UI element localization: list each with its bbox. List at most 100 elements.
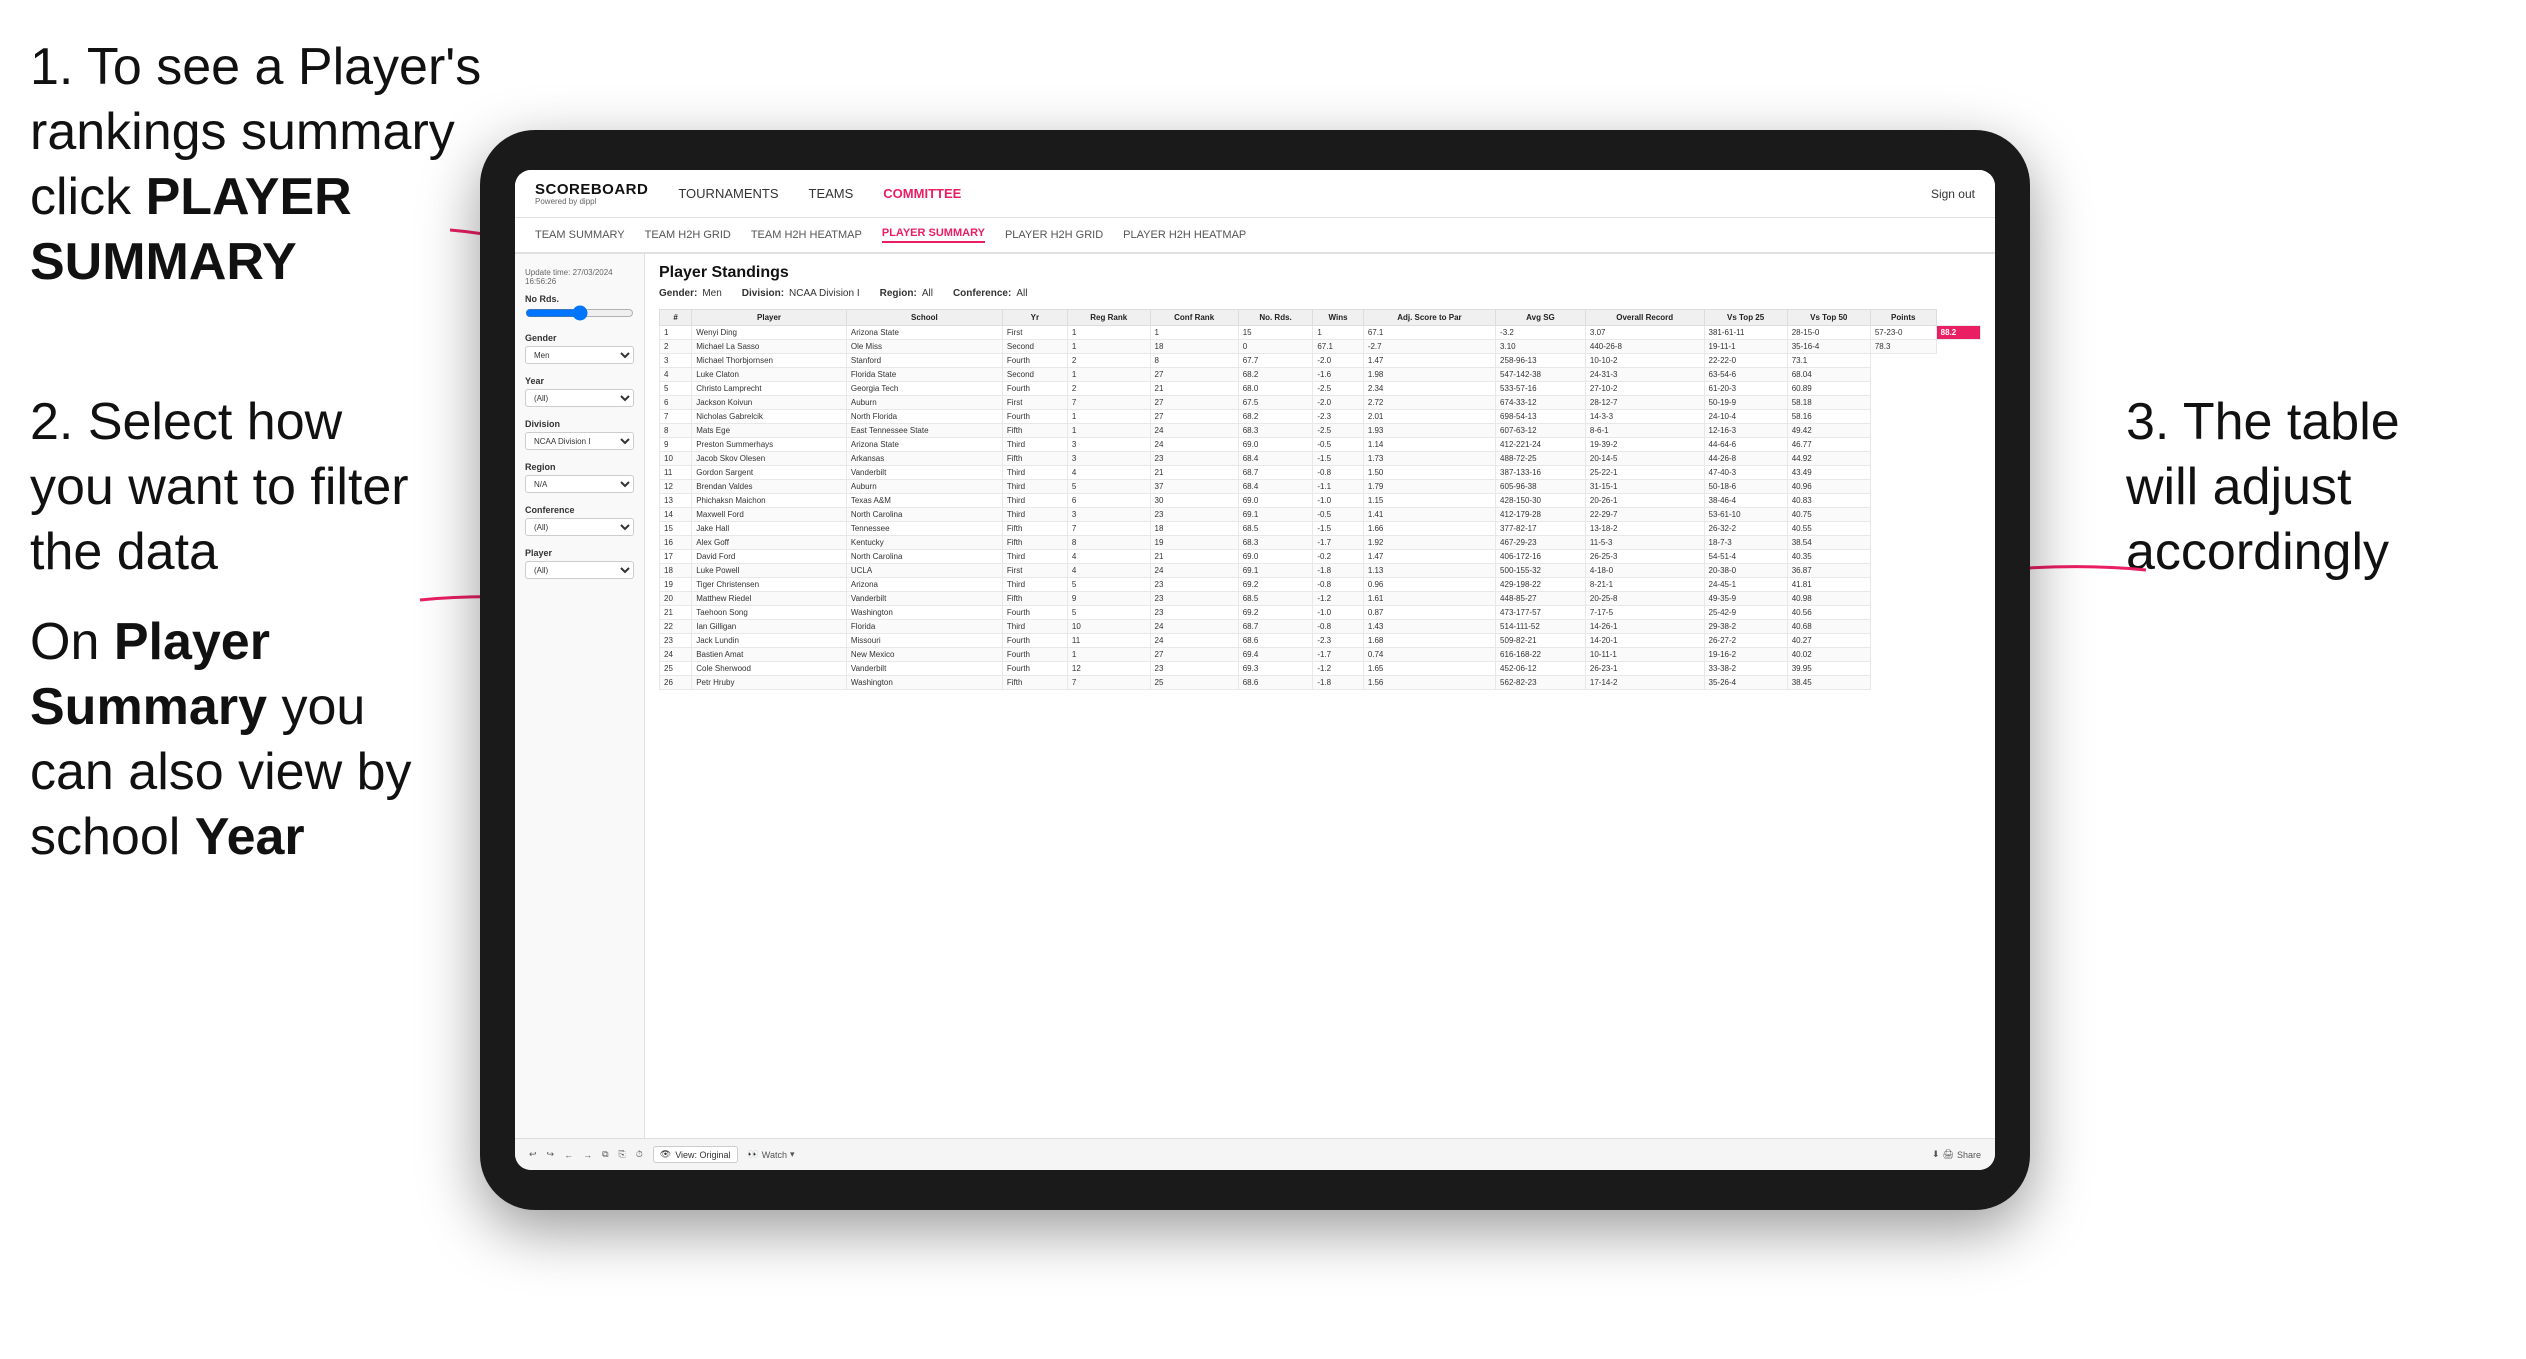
table-cell: East Tennessee State — [846, 424, 1002, 438]
sign-out-link[interactable]: Sign out — [1931, 187, 1975, 201]
table-cell: 23 — [660, 634, 692, 648]
table-row: 16Alex GoffKentuckyFifth81968.3-1.71.924… — [660, 536, 1981, 550]
redo-btn[interactable]: ↪ — [547, 1149, 555, 1160]
table-cell: North Florida — [846, 410, 1002, 424]
table-cell: 88.2 — [1936, 326, 1980, 340]
table-cell: 11 — [660, 466, 692, 480]
table-cell: 23 — [1150, 662, 1238, 676]
table-cell: 5 — [1067, 606, 1150, 620]
table-cell: 58.16 — [1787, 410, 1870, 424]
undo-btn[interactable]: ↩ — [529, 1149, 537, 1160]
table-cell: 25 — [1150, 676, 1238, 690]
table-cell: 1.14 — [1363, 438, 1495, 452]
table-cell: 22-29-7 — [1585, 508, 1704, 522]
table-cell: Auburn — [846, 396, 1002, 410]
table-cell: 40.68 — [1787, 620, 1870, 634]
table-cell: 20-25-8 — [1585, 592, 1704, 606]
table-header-row: # Player School Yr Reg Rank Conf Rank No… — [660, 310, 1981, 326]
table-row: 4Luke ClatonFlorida StateSecond12768.2-1… — [660, 368, 1981, 382]
table-cell: 24-31-3 — [1585, 368, 1704, 382]
table-cell: 68.2 — [1238, 410, 1313, 424]
copy-btn[interactable]: ⧉ — [602, 1149, 608, 1160]
table-cell: Arizona State — [846, 326, 1002, 340]
table-row: 3Michael ThorbjornsenStanfordFourth2867.… — [660, 354, 1981, 368]
sidebar-region-select[interactable]: N/A — [525, 475, 634, 493]
table-cell: 2.01 — [1363, 410, 1495, 424]
subnav-team-h2h-heatmap[interactable]: TEAM H2H HEATMAP — [751, 229, 862, 241]
table-cell: 50-18-6 — [1704, 480, 1787, 494]
table-cell: 0.87 — [1363, 606, 1495, 620]
subnav-player-h2h-grid[interactable]: PLAYER H2H GRID — [1005, 229, 1103, 241]
table-cell: Jackson Koivun — [692, 396, 847, 410]
download-btn[interactable]: ⬇ — [1932, 1149, 1940, 1160]
table-cell: Bastien Amat — [692, 648, 847, 662]
table-cell: 24-10-4 — [1704, 410, 1787, 424]
table-cell: 20 — [660, 592, 692, 606]
table-cell: 9 — [660, 438, 692, 452]
subnav-team-h2h-grid[interactable]: TEAM H2H GRID — [645, 229, 731, 241]
nav-committee[interactable]: COMMITTEE — [883, 186, 961, 201]
table-cell: Jacob Skov Olesen — [692, 452, 847, 466]
table-cell: 69.2 — [1238, 578, 1313, 592]
table-cell: 448-85-27 — [1496, 592, 1586, 606]
table-cell: 500-155-32 — [1496, 564, 1586, 578]
player-table: # Player School Yr Reg Rank Conf Rank No… — [659, 309, 1981, 690]
filter-gender: Gender: Men — [659, 288, 722, 299]
table-cell: 3 — [1067, 452, 1150, 466]
table-cell: 23 — [1150, 606, 1238, 620]
col-player: Player — [692, 310, 847, 326]
table-cell: Preston Summerhays — [692, 438, 847, 452]
table-cell: 24 — [1150, 438, 1238, 452]
subnav-player-h2h-heatmap[interactable]: PLAYER H2H HEATMAP — [1123, 229, 1246, 241]
share-btn[interactable]: Share — [1957, 1150, 1981, 1160]
table-cell: 24 — [1150, 424, 1238, 438]
view-original-btn[interactable]: 👁 View: Original — [653, 1146, 738, 1163]
table-row: 21Taehoon SongWashingtonFourth52369.2-1.… — [660, 606, 1981, 620]
table-cell: 23 — [1150, 508, 1238, 522]
table-cell: 509-82-21 — [1496, 634, 1586, 648]
table-cell: -1.1 — [1313, 480, 1363, 494]
watch-btn[interactable]: 👀 Watch ▾ — [748, 1149, 795, 1160]
table-cell: 412-221-24 — [1496, 438, 1586, 452]
table-cell: Phichaksn Maichon — [692, 494, 847, 508]
col-vs-top50: Vs Top 50 — [1787, 310, 1870, 326]
sidebar-conference-select[interactable]: (All) — [525, 518, 634, 536]
table-cell: 10-11-1 — [1585, 648, 1704, 662]
table-row: 11Gordon SargentVanderbiltThird42168.7-0… — [660, 466, 1981, 480]
table-cell: First — [1002, 564, 1067, 578]
nav-teams[interactable]: TEAMS — [809, 186, 854, 201]
table-cell: 38-46-4 — [1704, 494, 1787, 508]
table-cell: Christo Lamprecht — [692, 382, 847, 396]
tablet-screen: SCOREBOARD Powered by dippl TOURNAMENTS … — [515, 170, 1995, 1170]
table-row: 22Ian GilliganFloridaThird102468.7-0.81.… — [660, 620, 1981, 634]
paste-btn[interactable]: ⎘ — [619, 1149, 626, 1160]
sidebar-year-select[interactable]: (All) — [525, 389, 634, 407]
table-cell: 49-35-9 — [1704, 592, 1787, 606]
table-cell: 1 — [660, 326, 692, 340]
table-cell: 30 — [1150, 494, 1238, 508]
table-cell: Alex Goff — [692, 536, 847, 550]
table-cell: 4 — [660, 368, 692, 382]
sidebar-division-select[interactable]: NCAA Division I — [525, 432, 634, 450]
subnav-player-summary[interactable]: PLAYER SUMMARY — [882, 227, 985, 243]
table-cell: 67.1 — [1363, 326, 1495, 340]
table-cell: -0.2 — [1313, 550, 1363, 564]
forward-btn[interactable]: → — [583, 1150, 592, 1160]
clock-btn[interactable]: ⏱ — [636, 1149, 643, 1160]
table-cell: 3 — [1067, 508, 1150, 522]
nav-tournaments[interactable]: TOURNAMENTS — [678, 186, 778, 201]
sidebar-player-select[interactable]: (All) — [525, 561, 634, 579]
table-cell: 26-23-1 — [1585, 662, 1704, 676]
no-rds-slider[interactable] — [525, 307, 634, 319]
subnav-team-summary[interactable]: TEAM SUMMARY — [535, 229, 625, 241]
print-btn[interactable]: 🖨 — [1943, 1149, 1954, 1160]
table-cell: 7-17-5 — [1585, 606, 1704, 620]
col-points: Points — [1870, 310, 1936, 326]
table-cell: 1 — [1067, 648, 1150, 662]
table-cell: 27 — [1150, 396, 1238, 410]
table-cell: Texas A&M — [846, 494, 1002, 508]
sidebar-gender-select[interactable]: Men — [525, 346, 634, 364]
back-btn[interactable]: ← — [564, 1150, 573, 1160]
table-cell: 387-133-16 — [1496, 466, 1586, 480]
table-cell: 25 — [660, 662, 692, 676]
